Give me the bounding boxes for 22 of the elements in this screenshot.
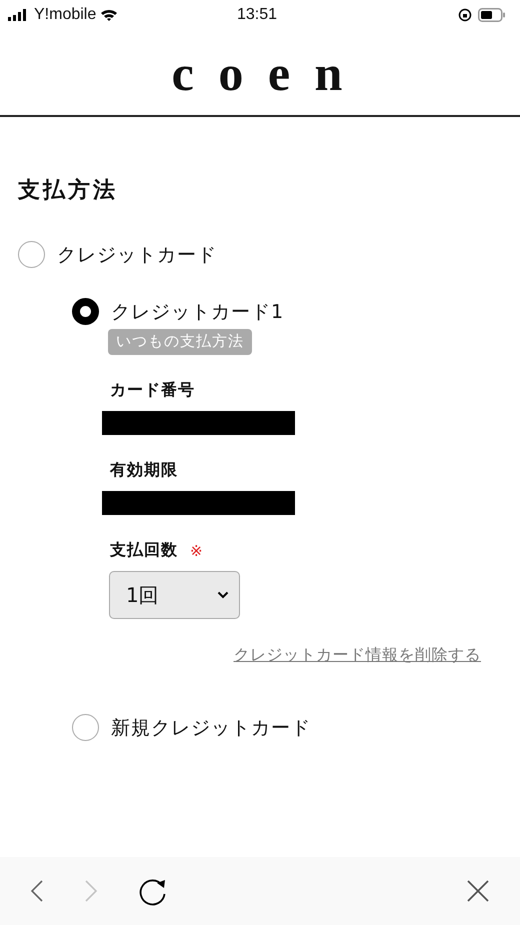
logo[interactable]: c o e n xyxy=(172,48,348,98)
radio-button[interactable] xyxy=(72,714,99,741)
radio-label[interactable]: 新規クレジットカード xyxy=(111,714,311,740)
default-badge: いつもの支払方法 xyxy=(108,329,252,355)
radio-label[interactable]: クレジットカード xyxy=(57,242,217,268)
chevron-down-icon xyxy=(217,591,229,599)
radio-button[interactable] xyxy=(72,298,99,325)
field-label: 有効期限 xyxy=(110,460,178,481)
status-time: 13:51 xyxy=(236,6,278,24)
battery-icon xyxy=(478,8,506,22)
close-icon[interactable] xyxy=(466,879,490,903)
section-title: 支払方法 xyxy=(18,176,119,205)
wifi-icon xyxy=(100,8,118,22)
rotation-lock-icon xyxy=(458,8,472,22)
required-mark: ※ xyxy=(190,542,203,560)
field-label: カード番号 xyxy=(110,380,195,401)
field-label: 支払回数 xyxy=(110,540,178,561)
radio-button[interactable] xyxy=(18,241,45,268)
radio-label[interactable]: クレジットカード1 xyxy=(111,298,284,324)
carrier-name: Y!mobile xyxy=(34,6,96,24)
installments-select[interactable]: 1回 xyxy=(109,571,240,619)
delete-card-link[interactable]: クレジットカード情報を削除する xyxy=(234,645,481,666)
